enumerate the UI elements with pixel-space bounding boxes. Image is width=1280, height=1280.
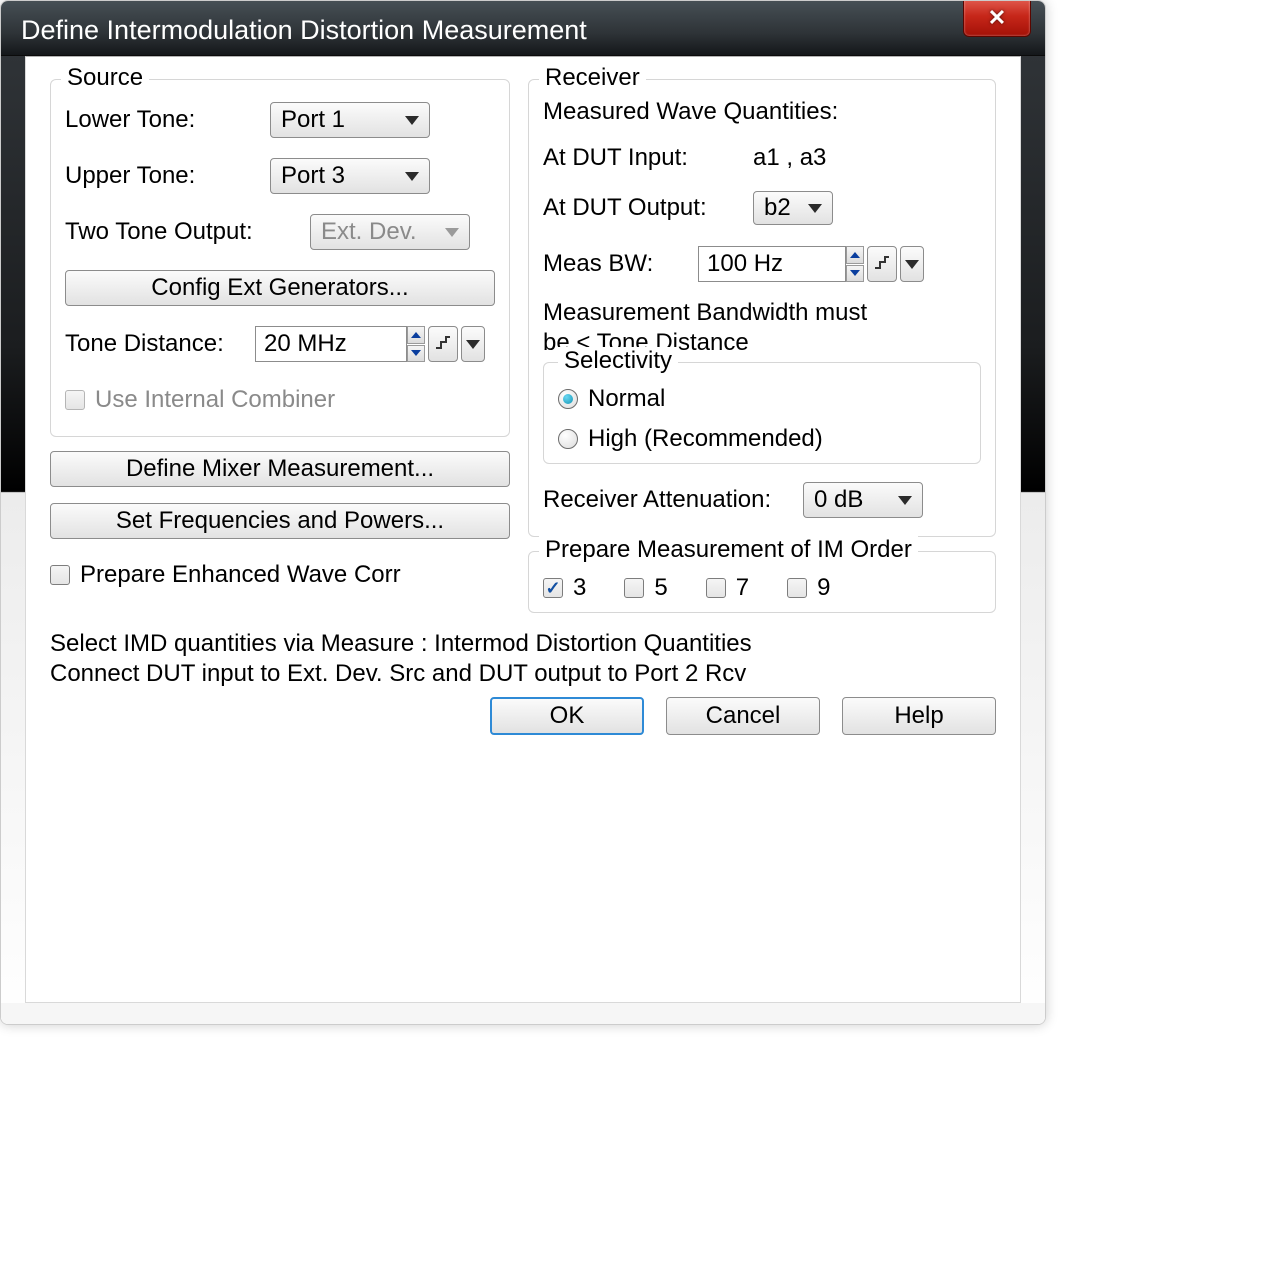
receiver-group: Receiver Measured Wave Quantities: At DU…	[528, 79, 996, 537]
prepare-enhanced-wave-checkbox[interactable]: Prepare Enhanced Wave Corr	[50, 561, 510, 589]
meas-bw-step-button[interactable]	[867, 246, 897, 282]
selectivity-high-radio[interactable]: High (Recommended)	[558, 425, 966, 453]
receiver-title: Receiver	[539, 64, 646, 92]
receiver-attenuation-select[interactable]: 0 dB	[803, 482, 923, 518]
im-order-3-checkbox[interactable]: ✓3	[543, 574, 586, 602]
im-order-group: Prepare Measurement of IM Order ✓3 5 7 9	[528, 551, 996, 613]
define-mixer-button[interactable]: Define Mixer Measurement...	[50, 451, 510, 487]
frame-bottom	[1, 1003, 1045, 1024]
set-freq-power-button[interactable]: Set Frequencies and Powers...	[50, 503, 510, 539]
source-title: Source	[61, 64, 149, 92]
receiver-attenuation-label: Receiver Attenuation:	[543, 486, 803, 514]
meas-bw-spinner[interactable]	[846, 246, 864, 282]
upper-tone-label: Upper Tone:	[65, 162, 270, 190]
selectivity-group: Selectivity Normal High (Recommended)	[543, 362, 981, 464]
upper-tone-select[interactable]: Port 3	[270, 158, 430, 194]
close-button[interactable]: ✕	[963, 0, 1031, 37]
tone-distance-step-button[interactable]	[428, 326, 458, 362]
at-dut-input-label: At DUT Input:	[543, 144, 753, 172]
help-button[interactable]: Help	[842, 697, 996, 735]
close-icon: ✕	[988, 5, 1006, 31]
titlebar: Define Intermodulation Distortion Measur…	[1, 1, 1045, 56]
chevron-down-icon	[405, 172, 419, 181]
source-group: Source Lower Tone: Port 1 Upper Tone: Po…	[50, 79, 510, 437]
arrow-up-icon	[411, 332, 421, 338]
at-dut-input-value: a1 , a3	[753, 144, 826, 172]
ok-button[interactable]: OK	[490, 697, 644, 735]
im-order-7-checkbox[interactable]: 7	[706, 574, 749, 602]
selectivity-normal-radio[interactable]: Normal	[558, 385, 966, 413]
step-icon	[874, 256, 890, 272]
arrow-down-icon	[411, 350, 421, 356]
chevron-down-icon	[905, 260, 919, 269]
two-tone-value: Ext. Dev.	[321, 218, 417, 246]
tone-distance-input[interactable]: 20 MHz	[255, 326, 407, 362]
measured-wave-label: Measured Wave Quantities:	[543, 98, 981, 126]
two-tone-select: Ext. Dev.	[310, 214, 470, 250]
chevron-down-icon	[405, 116, 419, 125]
chevron-down-icon	[808, 204, 822, 213]
arrow-up-icon	[850, 252, 860, 258]
step-icon	[435, 336, 451, 352]
selectivity-title: Selectivity	[558, 347, 678, 375]
use-internal-combiner-checkbox: Use Internal Combiner	[65, 386, 335, 414]
frame-right	[1021, 56, 1045, 1024]
meas-bw-preset-button[interactable]	[900, 246, 924, 282]
tone-distance-spinner[interactable]	[407, 326, 425, 362]
dialog-window: Define Intermodulation Distortion Measur…	[0, 0, 1046, 1025]
frame-left	[1, 56, 25, 1024]
tone-distance-label: Tone Distance:	[65, 330, 255, 358]
im-order-9-checkbox[interactable]: 9	[787, 574, 830, 602]
chevron-down-icon	[898, 496, 912, 505]
config-ext-generators-button[interactable]: Config Ext Generators...	[65, 270, 495, 306]
arrow-down-icon	[850, 270, 860, 276]
lower-tone-select[interactable]: Port 1	[270, 102, 430, 138]
meas-bw-label: Meas BW:	[543, 250, 698, 278]
cancel-button[interactable]: Cancel	[666, 697, 820, 735]
im-order-5-checkbox[interactable]: 5	[624, 574, 667, 602]
upper-tone-value: Port 3	[281, 162, 345, 190]
chevron-down-icon	[466, 340, 480, 349]
two-tone-label: Two Tone Output:	[65, 218, 310, 246]
lower-tone-label: Lower Tone:	[65, 106, 270, 134]
client-area: Source Lower Tone: Port 1 Upper Tone: Po…	[25, 56, 1021, 1003]
tone-distance-preset-button[interactable]	[461, 326, 485, 362]
at-dut-output-label: At DUT Output:	[543, 194, 753, 222]
meas-bw-input[interactable]: 100 Hz	[698, 246, 846, 282]
window-title: Define Intermodulation Distortion Measur…	[21, 15, 587, 46]
at-dut-output-select[interactable]: b2	[753, 191, 833, 225]
chevron-down-icon	[445, 228, 459, 237]
lower-tone-value: Port 1	[281, 106, 345, 134]
hint-text: Select IMD quantities via Measure : Inte…	[50, 629, 996, 689]
im-order-title: Prepare Measurement of IM Order	[539, 536, 918, 564]
